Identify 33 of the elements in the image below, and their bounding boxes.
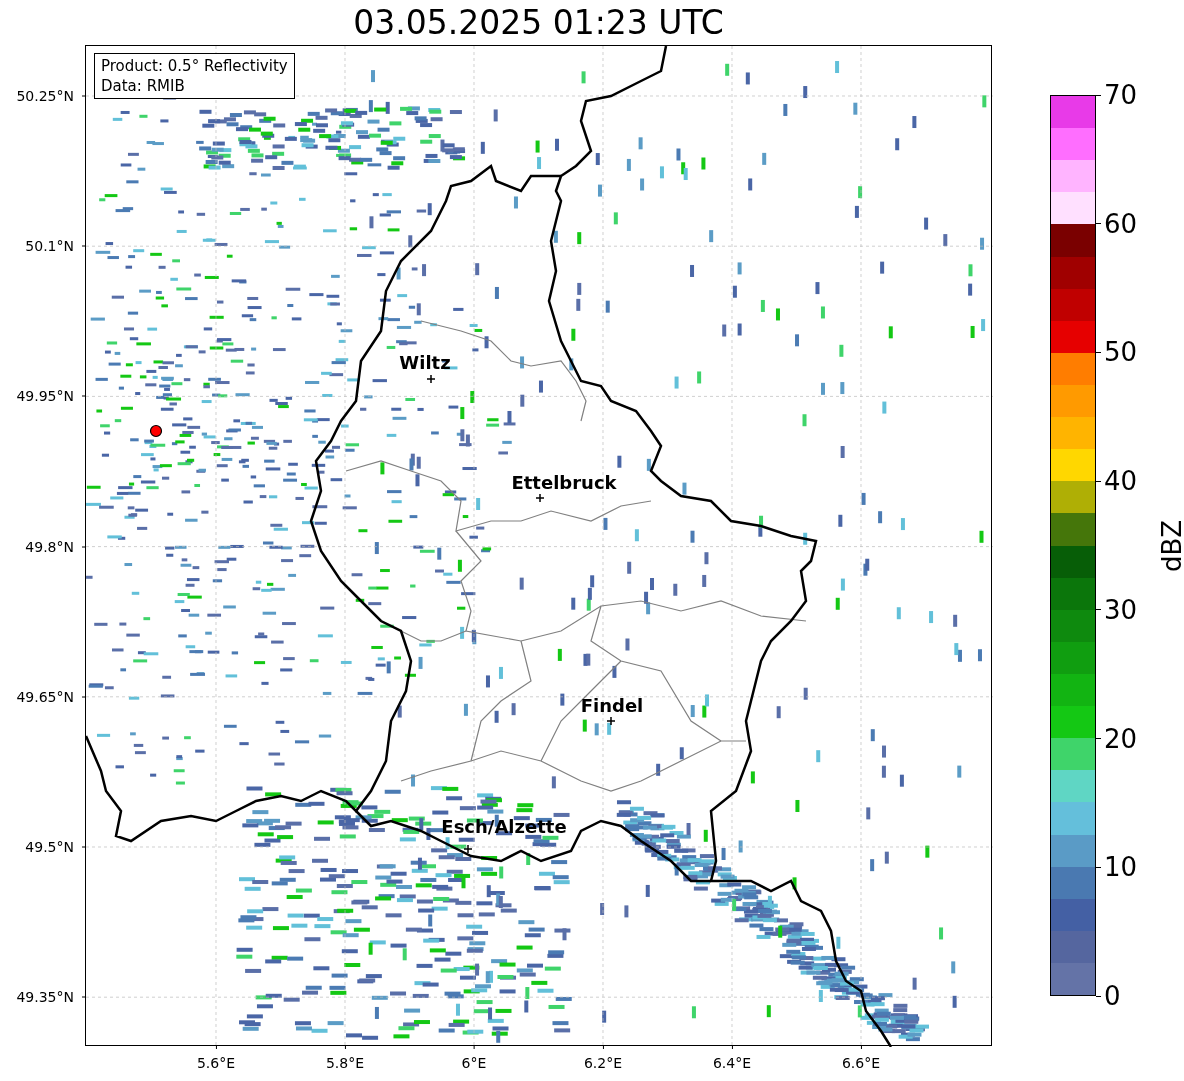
city-marker-icon xyxy=(463,844,473,854)
colorbar-tick-label: 30 xyxy=(1104,596,1138,623)
y-tick-label: 49.35°N xyxy=(16,987,74,1007)
colorbar-label: dBZ xyxy=(1159,519,1184,572)
x-tick-label: 6.4°E xyxy=(712,1054,752,1073)
colorbar-tick-label: 0 xyxy=(1104,983,1121,1009)
colorbar-tick-label: 20 xyxy=(1104,725,1138,752)
y-tick-label: 49.8°N xyxy=(25,537,74,557)
y-tick-label: 49.95°N xyxy=(16,386,74,406)
colorbar-tick-label: 70 xyxy=(1104,82,1138,108)
x-tick-label: 6.2°E xyxy=(583,1054,623,1073)
y-tick-label: 49.65°N xyxy=(16,687,74,707)
city-label: Ettelbruck xyxy=(511,474,617,492)
radar-site-icon xyxy=(149,424,163,438)
colorbar-tick-label: 50 xyxy=(1104,339,1138,366)
y-tick-label: 49.5°N xyxy=(25,837,74,857)
x-tick-label: 5.6°E xyxy=(196,1054,236,1073)
city-label: Findel xyxy=(580,697,644,715)
city-marker-icon xyxy=(606,716,616,726)
colorbar-tick-label: 10 xyxy=(1104,854,1138,881)
city-marker-icon xyxy=(426,374,436,384)
city-marker-icon xyxy=(535,493,545,503)
info-text: Data: RMIB xyxy=(101,76,186,96)
x-tick-label: 6°E xyxy=(461,1054,487,1073)
colorbar-tick-label: 60 xyxy=(1104,210,1138,237)
x-tick-label: 5.8°E xyxy=(325,1054,365,1073)
chart-title: 03.05.2025 01:23 UTC xyxy=(353,6,724,39)
colorbar-tick-label: 40 xyxy=(1104,468,1138,495)
y-tick-label: 50.1°N xyxy=(25,236,74,256)
y-tick-label: 50.25°N xyxy=(16,86,74,106)
city-label: Wiltz xyxy=(399,354,451,372)
info-text: Product: 0.5° Reflectivity xyxy=(101,56,288,76)
x-tick-label: 6.6°E xyxy=(841,1054,881,1073)
